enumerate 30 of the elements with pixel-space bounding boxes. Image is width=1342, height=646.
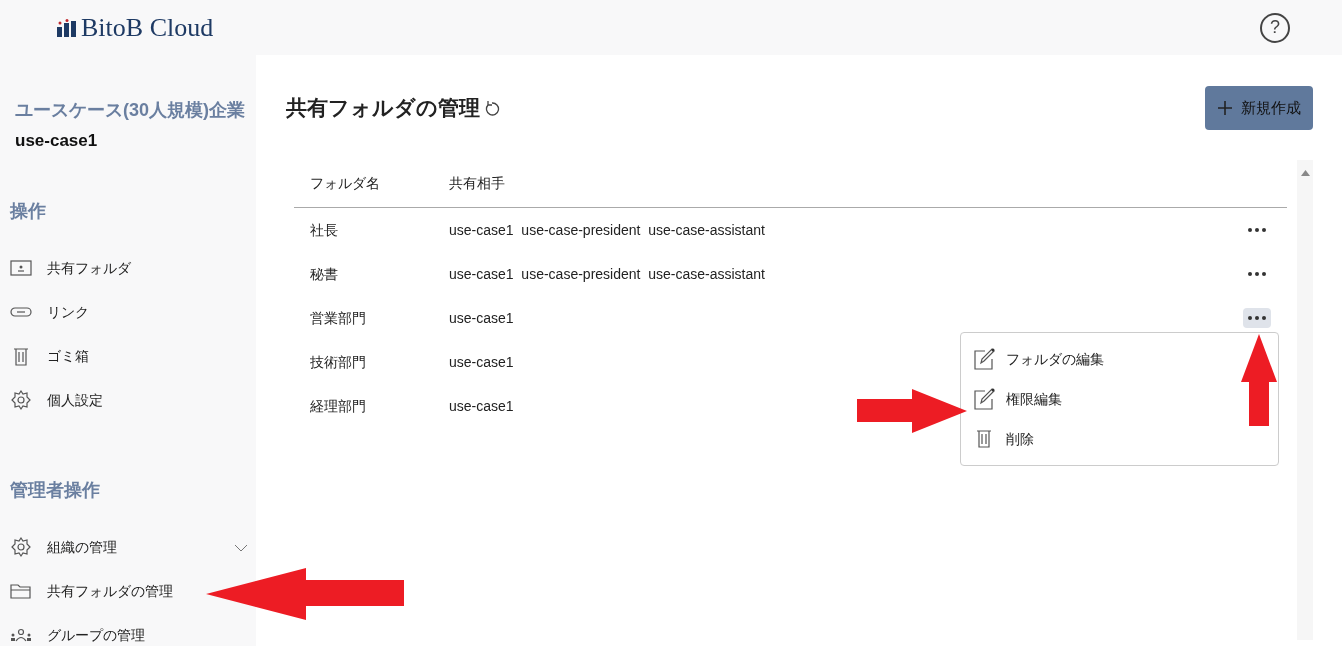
menu-item[interactable]: 削除 <box>973 419 1034 459</box>
sidebar-item[interactable]: 個人設定 <box>10 378 103 423</box>
logo-text: BitoB Cloud <box>81 12 214 44</box>
table-cell: 社長 <box>310 221 338 238</box>
sidebar-item[interactable]: グループの管理 <box>10 613 145 646</box>
section-title: 管理者操作 <box>10 478 101 502</box>
company-name: ユースケース(30人規模)企業 <box>14 99 246 122</box>
table-cell: use-case1 <box>449 309 514 326</box>
sidebar-item[interactable]: 共有フォルダの管理 <box>10 569 173 614</box>
section-title: 操作 <box>10 199 47 223</box>
sidebar-item[interactable]: 共有フォルダ <box>10 246 131 291</box>
sidebar-item[interactable]: 組織の管理 <box>10 525 248 570</box>
table-cell: 秘書 <box>310 265 338 282</box>
new-button[interactable]: 新規作成 <box>1205 86 1313 130</box>
table-cell: 経理部門 <box>310 397 366 414</box>
table-cell: use-case1 use-case-president use-case-assistant <box>449 221 765 238</box>
table-cell: 技術部門 <box>310 353 366 370</box>
sidebar-item[interactable]: ゴミ箱 <box>10 334 89 379</box>
table-cell: use-case1 use-case-president use-case-assistant <box>449 265 765 282</box>
user-name: use-case1 <box>14 130 99 152</box>
table-cell: 営業部門 <box>310 309 366 326</box>
menu-item[interactable]: フォルダの編集 <box>973 339 1104 379</box>
menu-item[interactable]: 権限編集 <box>973 379 1062 419</box>
table-cell: use-case1 <box>449 397 514 414</box>
help-button[interactable]: ? <box>1260 12 1290 43</box>
column-header: フォルダ名 <box>309 174 381 193</box>
page-title: 共有フォルダの管理 <box>286 95 480 122</box>
column-header: 共有相手 <box>449 174 505 193</box>
table-cell: use-case1 <box>449 353 514 370</box>
sidebar-item[interactable]: リンク <box>10 290 89 335</box>
